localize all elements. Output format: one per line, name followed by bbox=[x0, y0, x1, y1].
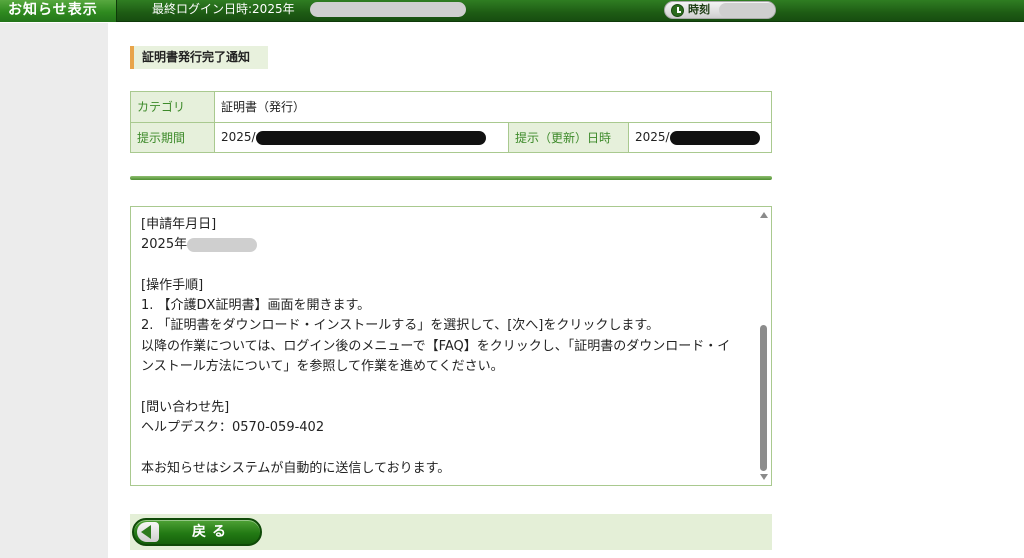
clock-label: 時刻 bbox=[688, 3, 710, 16]
message-line: [問い合わせ先] bbox=[141, 399, 230, 415]
message-line-text: 2025年 bbox=[141, 237, 188, 253]
scroll-down-arrow-icon[interactable] bbox=[760, 474, 768, 480]
updated-label: 提示（更新）日時 bbox=[508, 121, 629, 153]
bottom-nav: 戻る bbox=[130, 514, 772, 550]
back-button-label: 戻る bbox=[192, 524, 232, 540]
message-line: 2025年 bbox=[141, 235, 751, 255]
redacted-updated bbox=[669, 130, 760, 145]
message-line: [申請年月日] bbox=[141, 217, 217, 232]
redacted-date bbox=[187, 237, 258, 252]
message-line: ンストール方法について」を参照して作業を進めてください。 bbox=[141, 359, 504, 375]
period-value-prefix: 2025/ bbox=[221, 130, 256, 144]
updated-value-prefix: 2025/ bbox=[635, 130, 670, 144]
clock-display: 時刻 bbox=[664, 1, 776, 19]
last-login-label: 最終ログイン日時:2025年 bbox=[152, 2, 295, 16]
message-line bbox=[141, 256, 751, 276]
message-text: [申請年月日] 2025年 [操作手順] 1. 【介護DX証明書】画面を開きます… bbox=[141, 215, 751, 479]
message-line: 以降の作業については、ログイン後のメニューで【FAQ】をクリックし、「証明書のダ… bbox=[141, 338, 731, 354]
updated-value: 2025/ bbox=[628, 121, 772, 153]
message-scrollbar[interactable] bbox=[757, 207, 771, 485]
notice-info-table: カテゴリ 証明書（発行） 提示期間 2025/ 提示（更新）日時 2025/ bbox=[130, 91, 772, 153]
notice-heading: 証明書発行完了通知 bbox=[130, 46, 268, 69]
category-label: カテゴリ bbox=[130, 91, 215, 123]
message-line bbox=[141, 377, 751, 397]
message-line: ヘルプデスク：0570-059-402 bbox=[141, 419, 325, 435]
message-line: 本お知らせはシステムが自動的に送信しております。 bbox=[141, 460, 451, 476]
message-line: [操作手順] bbox=[141, 277, 204, 293]
message-line: 2. 「証明書をダウンロード・インストールする」を選択して、[次へ]をクリックし… bbox=[141, 318, 660, 334]
clock-icon bbox=[671, 4, 684, 17]
scroll-up-arrow-icon[interactable] bbox=[760, 212, 768, 218]
table-row: カテゴリ 証明書（発行） bbox=[130, 91, 772, 123]
message-line: 1. 【介護DX証明書】画面を開きます。 bbox=[141, 298, 371, 314]
scroll-thumb[interactable] bbox=[760, 325, 767, 471]
section-divider bbox=[130, 176, 772, 180]
redacted-last-login bbox=[310, 2, 466, 17]
back-button[interactable]: 戻る bbox=[132, 518, 262, 546]
left-column bbox=[0, 23, 108, 558]
top-bar: お知らせ表示 最終ログイン日時:2025年 時刻 bbox=[0, 0, 1024, 22]
page-title: お知らせ表示 bbox=[0, 0, 117, 22]
back-arrow-icon bbox=[137, 522, 159, 542]
message-line bbox=[141, 438, 751, 458]
period-value: 2025/ bbox=[214, 121, 509, 153]
redacted-time bbox=[719, 3, 775, 17]
period-label: 提示期間 bbox=[130, 121, 215, 153]
message-box[interactable]: [申請年月日] 2025年 [操作手順] 1. 【介護DX証明書】画面を開きます… bbox=[130, 206, 772, 486]
category-value: 証明書（発行） bbox=[214, 91, 772, 123]
redacted-period bbox=[255, 130, 486, 145]
table-row: 提示期間 2025/ 提示（更新）日時 2025/ bbox=[130, 121, 772, 153]
